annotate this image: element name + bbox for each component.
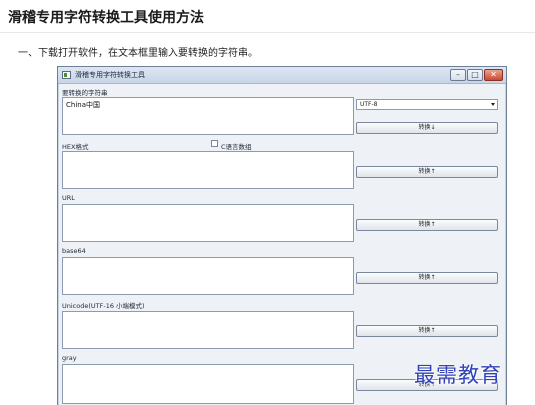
- url-label: URL: [62, 194, 75, 202]
- gray-textbox[interactable]: [62, 364, 354, 404]
- hex-convert-button[interactable]: 转换↑: [356, 166, 498, 178]
- hex-textbox[interactable]: [62, 151, 354, 189]
- watermark: 最需教育: [414, 363, 502, 387]
- maximize-button[interactable]: □: [467, 69, 483, 81]
- base64-convert-button[interactable]: 转换↑: [356, 272, 498, 284]
- encoding-select-value: UTF-8: [360, 101, 378, 108]
- hex-label: HEX格式: [62, 143, 89, 151]
- step-one-text: 一、下载打开软件，在文本框里输入要转换的字符串。: [18, 48, 258, 59]
- unicode-textbox[interactable]: [62, 311, 354, 349]
- base64-label: base64: [62, 247, 86, 255]
- c-array-label: C语言数组: [221, 143, 252, 151]
- minimize-button[interactable]: –: [450, 69, 466, 81]
- dropdown-arrow-icon: [491, 103, 495, 106]
- tool-window-screenshot: 滑稽专用字符转换工具 – □ ✕ 要转换的字符串 China中国 UTF-8 转…: [57, 66, 507, 405]
- gray-label: gray: [62, 354, 77, 362]
- input-label: 要转换的字符串: [62, 89, 108, 97]
- unicode-label: Unicode(UTF-16 小端模式): [62, 302, 145, 310]
- window-title: 滑稽专用字符转换工具: [75, 71, 145, 79]
- convert-down-button[interactable]: 转换↓: [356, 122, 498, 134]
- app-icon: [62, 71, 71, 79]
- unicode-convert-button[interactable]: 转换↑: [356, 325, 498, 337]
- article-title: 滑稽专用字符转换工具使用方法: [8, 10, 204, 26]
- close-button[interactable]: ✕: [484, 69, 503, 81]
- input-textbox[interactable]: China中国: [62, 97, 354, 135]
- encoding-select[interactable]: UTF-8: [356, 99, 498, 110]
- c-array-checkbox[interactable]: [211, 140, 218, 147]
- title-divider: [0, 32, 535, 33]
- url-textbox[interactable]: [62, 204, 354, 242]
- window-titlebar: 滑稽专用字符转换工具 – □ ✕: [58, 67, 506, 84]
- url-convert-button[interactable]: 转换↑: [356, 219, 498, 231]
- base64-textbox[interactable]: [62, 257, 354, 295]
